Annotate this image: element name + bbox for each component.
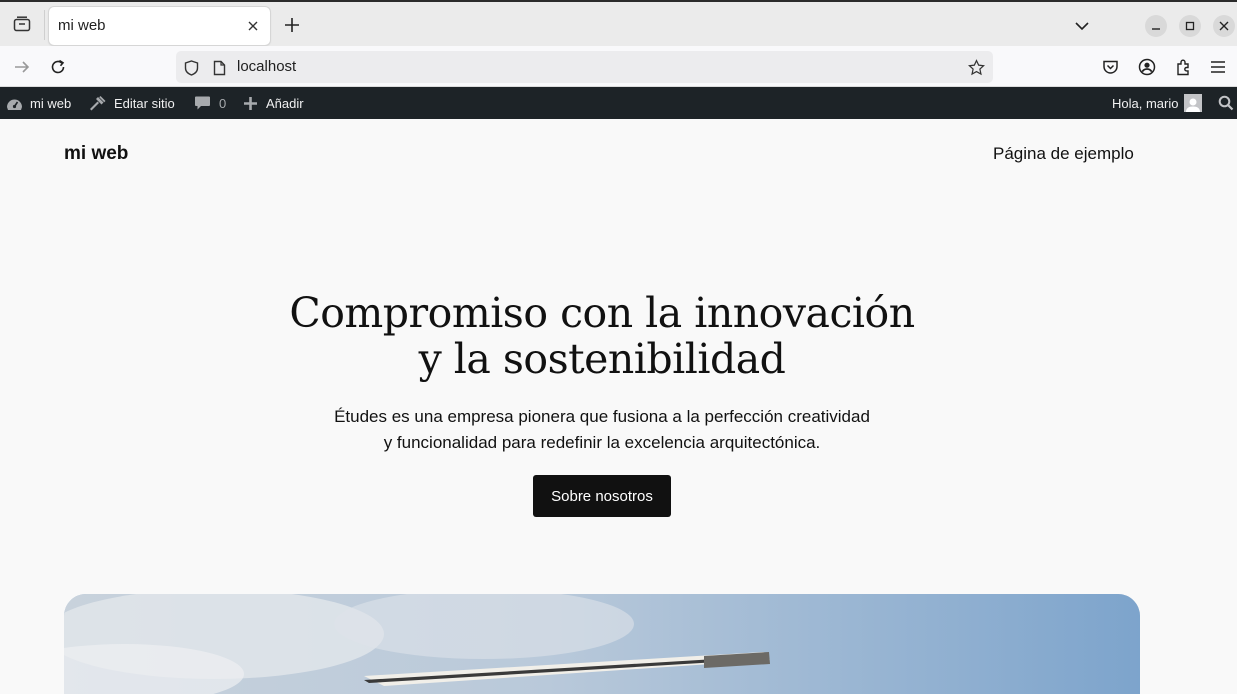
avatar — [1184, 94, 1203, 112]
account-icon[interactable] — [1136, 56, 1158, 78]
hero-heading-line-1: Compromiso con la innovación — [289, 289, 915, 337]
comment-icon — [195, 96, 210, 110]
admin-site-name: mi web — [30, 95, 72, 111]
edit-site-label: Editar sitio — [114, 95, 175, 111]
tab-close-icon[interactable] — [245, 18, 261, 34]
new-tab-icon[interactable] — [281, 14, 303, 36]
hero-description: Études es una empresa pionera que fusion… — [258, 404, 946, 456]
chevron-down-icon[interactable] — [1072, 16, 1092, 36]
tab-title: mi web — [58, 17, 106, 34]
minimize-icon[interactable] — [1145, 15, 1167, 37]
hero-description-line-2: y funcionalidad para redefinir la excele… — [383, 433, 821, 452]
browser-tab-strip: mi web — [0, 0, 1237, 46]
add-new-label: Añadir — [266, 95, 304, 111]
url-text[interactable]: localhost — [237, 58, 296, 75]
browser-nav-bar: localhost — [0, 46, 1237, 87]
maximize-icon[interactable] — [1179, 15, 1201, 37]
hammer-icon — [90, 95, 106, 110]
edit-site-link[interactable]: Editar sitio — [88, 87, 175, 119]
hero-heading-line-2: y la sostenibilidad — [418, 335, 786, 383]
bookmark-star-icon[interactable] — [968, 59, 985, 76]
reload-icon[interactable] — [47, 56, 69, 78]
user-account-link[interactable]: Hola, mario — [1112, 87, 1203, 119]
page-icon[interactable] — [211, 59, 228, 76]
hero-description-line-1: Études es una empresa pionera que fusion… — [334, 407, 870, 426]
tab-active[interactable]: mi web — [49, 7, 270, 45]
comments-count: 0 — [219, 95, 227, 111]
user-greeting: Hola, mario — [1112, 95, 1179, 111]
address-bar[interactable]: localhost — [176, 51, 993, 83]
dashboard-icon — [7, 99, 22, 110]
wp-admin-bar: mi web Editar sitio 0 Añadir Hola, mario — [0, 87, 1237, 119]
extensions-icon[interactable] — [1172, 56, 1194, 78]
about-us-button[interactable]: Sobre nosotros — [533, 475, 671, 517]
menu-icon[interactable] — [1207, 56, 1229, 78]
admin-site-link[interactable]: mi web — [6, 87, 71, 119]
comments-link[interactable]: 0 — [194, 87, 226, 119]
add-new-link[interactable]: Añadir — [243, 87, 304, 119]
pocket-icon[interactable] — [1099, 56, 1121, 78]
tab-separator — [44, 10, 45, 40]
site-title[interactable]: mi web — [64, 143, 128, 165]
plus-icon — [244, 96, 257, 110]
shield-icon[interactable] — [183, 59, 200, 76]
list-all-tabs-icon[interactable] — [8, 12, 36, 36]
hero-image — [64, 594, 1140, 694]
close-window-icon[interactable] — [1213, 15, 1235, 37]
admin-search-icon[interactable] — [1218, 87, 1234, 119]
forward-arrow-icon[interactable] — [11, 56, 33, 78]
nav-link-sample-page[interactable]: Página de ejemplo — [993, 144, 1134, 164]
hero-heading: Compromiso con la innovación y la sosten… — [218, 290, 986, 382]
